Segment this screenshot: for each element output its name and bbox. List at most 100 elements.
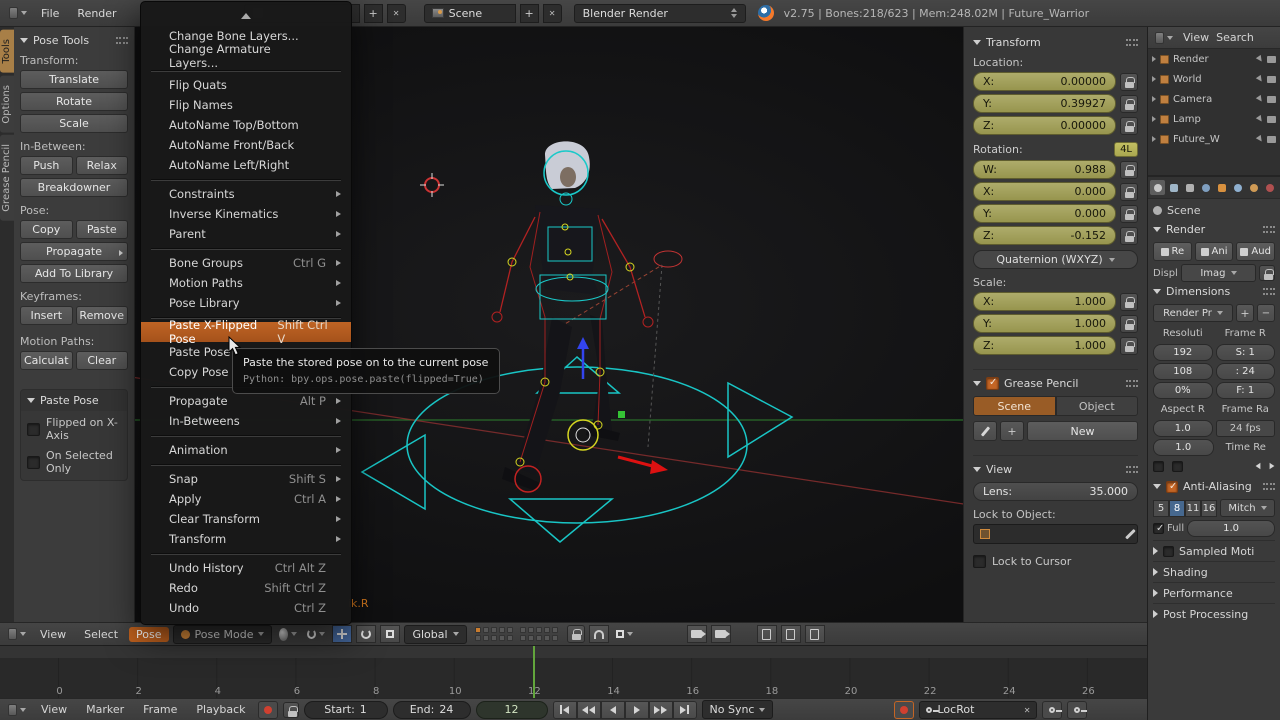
scale-value-field[interactable]: Z: 1.000 — [973, 336, 1116, 355]
panel-grip-icon[interactable] — [1263, 226, 1275, 233]
gp-tab-scene[interactable]: Scene — [973, 396, 1056, 416]
panel-sampled-motion[interactable]: Sampled Moti — [1153, 540, 1275, 561]
crop-checkbox[interactable] — [1172, 460, 1183, 472]
disclosure-icon[interactable] — [1152, 96, 1156, 102]
delete-screen-button[interactable] — [386, 3, 406, 23]
menu-item[interactable]: Parent — [141, 224, 351, 244]
panel-grip-icon[interactable] — [1126, 39, 1138, 46]
restrict-render-icon[interactable] — [1267, 95, 1276, 103]
menu-item[interactable]: Inverse Kinematics — [141, 204, 351, 224]
lock-icon[interactable] — [1120, 292, 1138, 311]
editor-type-button[interactable] — [5, 701, 29, 719]
tool-tab[interactable]: Grease Pencil — [0, 135, 14, 221]
scale-value-field[interactable]: X: 1.000 — [973, 292, 1116, 311]
current-frame-field[interactable]: 12 — [475, 700, 548, 719]
lock-icon[interactable] — [1120, 72, 1138, 91]
timeline-menu-playback[interactable]: Playback — [189, 702, 252, 717]
menu-item[interactable]: Clear Transform — [141, 509, 351, 529]
menu-item[interactable]: AutoName Left/Right — [141, 155, 351, 175]
start-frame-field[interactable]: Start: 1 — [303, 700, 388, 719]
timeline-ruler[interactable]: 02468101214161820222426 — [0, 645, 1147, 699]
checkbox-icon[interactable] — [27, 455, 40, 469]
mode-select[interactable]: Pose Mode — [172, 624, 273, 644]
menu-item[interactable]: Bone Groups Ctrl G — [141, 253, 351, 273]
disclosure-icon[interactable] — [1152, 116, 1156, 122]
rotation-4l-toggle[interactable]: 4L — [1114, 142, 1138, 157]
tab-scene[interactable] — [1182, 180, 1197, 195]
lock-interface-icon[interactable] — [1259, 265, 1275, 281]
full-sample-checkbox[interactable] — [1153, 523, 1164, 534]
menu-item[interactable]: Undo History Ctrl Alt Z — [141, 558, 351, 578]
delete-scene-button[interactable] — [542, 3, 562, 23]
location-value-field[interactable]: X: 0.00000 — [973, 72, 1116, 91]
menu-item[interactable]: Animation — [141, 440, 351, 460]
aa-filter-select[interactable]: Mitch — [1220, 499, 1275, 517]
translate-button[interactable]: Translate — [20, 70, 128, 89]
panel-collapse-icon[interactable] — [27, 398, 35, 403]
paste-flipped-header-button[interactable] — [804, 625, 825, 643]
lock-icon[interactable] — [1120, 226, 1138, 245]
keying-set-field[interactable]: LocRot — [919, 700, 1038, 719]
insert-keyframe-button[interactable] — [1042, 700, 1063, 719]
animation-button[interactable]: Ani — [1194, 242, 1234, 261]
menu-item[interactable]: Change Armature Layers... — [141, 42, 351, 70]
tool-tab[interactable]: Options — [0, 75, 14, 133]
panel-grip-icon[interactable] — [1126, 466, 1138, 473]
panel-collapse-icon[interactable] — [20, 38, 28, 43]
menu-item[interactable]: Apply Ctrl A — [141, 489, 351, 509]
tab-render[interactable] — [1150, 180, 1165, 195]
outliner-row[interactable]: Future_W — [1148, 129, 1280, 149]
dimension-cell[interactable]: : 24 — [1215, 363, 1275, 380]
lock-icon[interactable] — [1120, 314, 1138, 333]
copy-pose-button[interactable]: Copy — [20, 220, 73, 239]
lock-icon[interactable] — [1120, 160, 1138, 179]
location-value-field[interactable]: Z: 0.00000 — [973, 116, 1116, 135]
end-frame-field[interactable]: End: 24 — [392, 700, 471, 719]
dimension-cell[interactable]: 1.0 — [1153, 439, 1214, 456]
location-value-field[interactable]: Y: 0.39927 — [973, 94, 1116, 113]
snap-toggle-button[interactable] — [588, 625, 609, 643]
jump-to-start-button[interactable] — [552, 700, 577, 719]
menu-view[interactable]: View — [33, 627, 73, 642]
sampled-motion-checkbox[interactable] — [1163, 545, 1174, 557]
timeline-menu-marker[interactable]: Marker — [79, 702, 131, 717]
propagate-button[interactable]: Propagate — [20, 242, 128, 261]
calculate-paths-button[interactable]: Calculat — [20, 351, 73, 370]
aa-samples-option[interactable]: 11 — [1185, 499, 1201, 517]
eyedropper-icon[interactable] — [1124, 528, 1135, 540]
lens-field[interactable]: Lens: 35.000 — [973, 482, 1138, 501]
flipped-x-axis-option[interactable]: Flipped on X-Axis — [21, 411, 127, 444]
render-preset-select[interactable]: Render Pr — [1153, 304, 1233, 322]
manipulator-rotate-button[interactable] — [356, 625, 377, 643]
rotation-value-field[interactable]: X: 0.000 — [973, 182, 1116, 201]
gp-layer-select[interactable] — [973, 421, 997, 441]
aa-samples-option[interactable]: 16 — [1201, 499, 1217, 517]
render-engine-select[interactable]: Blender Render — [573, 3, 746, 23]
paste-pose-header-button[interactable] — [780, 625, 801, 643]
tab-world[interactable] — [1198, 180, 1213, 195]
display-mode-select[interactable]: Imag — [1180, 264, 1256, 282]
menu-item[interactable]: Constraints — [141, 184, 351, 204]
tool-tab[interactable]: Tools — [0, 30, 14, 73]
sync-mode-select[interactable]: No Sync — [701, 700, 774, 719]
gp-tab-object[interactable]: Object — [1055, 396, 1138, 416]
panel-post-processing[interactable]: Post Processing — [1153, 603, 1275, 624]
outliner-menu-search[interactable]: Search — [1216, 31, 1254, 44]
editor-type-button[interactable] — [5, 625, 29, 643]
paste-pose-button[interactable]: Paste — [75, 220, 128, 239]
panel-grip-icon[interactable] — [116, 37, 128, 44]
menu-item[interactable]: Propagate Alt P — [141, 391, 351, 411]
panel-grip-icon[interactable] — [1263, 288, 1275, 295]
lock-icon[interactable] — [1120, 336, 1138, 355]
timeline-menu-frame[interactable]: Frame — [136, 702, 184, 717]
menu-item[interactable]: AutoName Front/Back — [141, 135, 351, 155]
outliner-row[interactable]: Lamp — [1148, 109, 1280, 129]
menu-item[interactable]: Pose Library — [141, 293, 351, 313]
menu-item[interactable]: Snap Shift S — [141, 469, 351, 489]
play-button[interactable] — [624, 700, 649, 719]
play-reverse-button[interactable] — [600, 700, 625, 719]
panel-collapse-icon[interactable] — [1153, 484, 1161, 489]
delete-keyframe-button[interactable] — [1067, 700, 1088, 719]
tab-render-layers[interactable] — [1166, 180, 1181, 195]
scale-value-field[interactable]: Y: 1.000 — [973, 314, 1116, 333]
